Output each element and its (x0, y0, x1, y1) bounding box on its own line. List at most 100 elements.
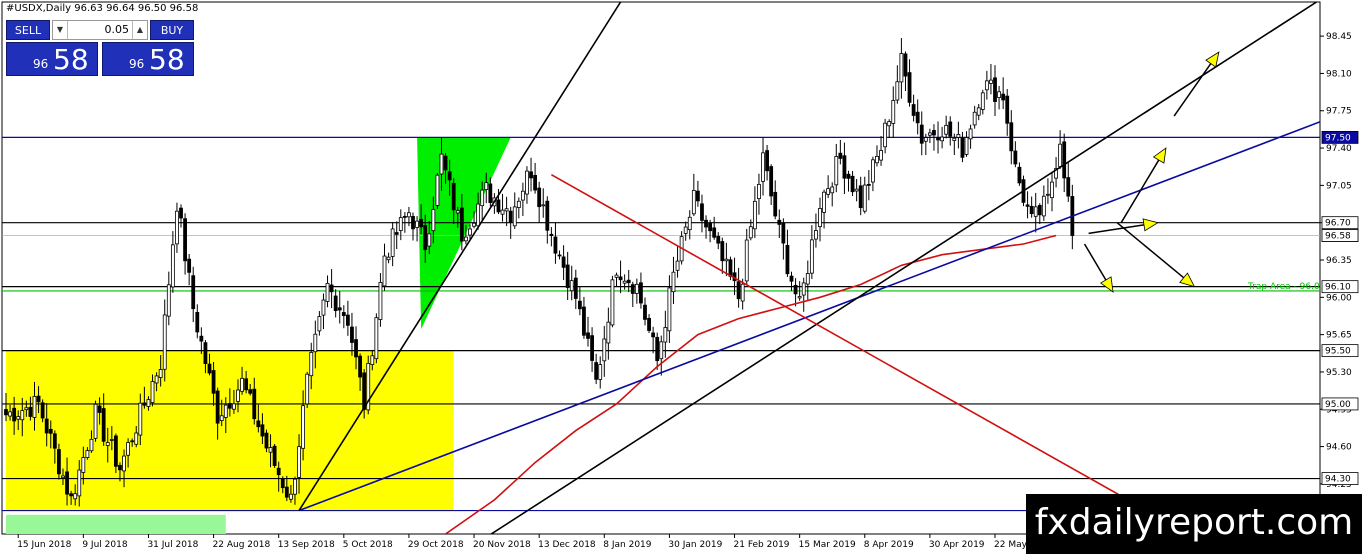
candle-body (915, 111, 920, 124)
candle-body (390, 228, 395, 257)
candle-body (61, 475, 65, 479)
candle-body (569, 280, 574, 292)
candle-body (374, 317, 379, 360)
candle-body (134, 432, 139, 445)
candle-body (122, 455, 126, 472)
last-price-label: 96.58 (1325, 231, 1351, 241)
candle-body (761, 152, 765, 182)
candle-body (138, 402, 143, 436)
candle-body (500, 209, 505, 215)
candle-body (683, 226, 688, 234)
candle-body (952, 137, 957, 141)
candle-body (435, 174, 440, 206)
candle-body (162, 314, 167, 370)
candle-body (36, 395, 41, 403)
candle-body (663, 327, 668, 343)
candle-body (814, 230, 818, 240)
x-tick-label: 5 Oct 2018 (343, 540, 393, 550)
candle-body (44, 418, 49, 434)
candle-body (948, 121, 953, 137)
candle-body (69, 493, 74, 497)
candle-body (911, 104, 916, 116)
candle-body (667, 287, 672, 332)
candle-body (691, 190, 696, 215)
candle-body (252, 388, 257, 420)
candle-body (142, 402, 147, 406)
lot-size-field[interactable]: ▼ 0.05 ▲ (52, 20, 148, 40)
yellow-range-box (6, 350, 454, 511)
candle-body (765, 150, 769, 172)
candle-body (227, 403, 232, 409)
lot-size-value[interactable]: 0.05 (105, 21, 130, 39)
candle-body (545, 200, 550, 231)
lot-decrease-arrow-icon[interactable]: ▼ (53, 21, 68, 39)
candle-body (700, 203, 704, 221)
candle-body (1058, 143, 1063, 167)
candle-body (822, 191, 826, 213)
candle-body (708, 222, 713, 232)
candle-body (260, 424, 265, 437)
candle-body (256, 420, 261, 428)
candle-body (651, 332, 656, 338)
candle-body (20, 410, 25, 421)
candle-body (97, 405, 102, 413)
candle-body (223, 404, 228, 418)
lot-increase-arrow-icon[interactable]: ▲ (132, 21, 147, 39)
candle-body (744, 239, 749, 282)
candle-body (423, 224, 428, 250)
candle-body (293, 478, 297, 495)
x-tick-label: 31 Jul 2018 (147, 540, 198, 550)
candle-body (675, 260, 680, 271)
candle-body (659, 341, 664, 360)
candle-body (643, 304, 647, 320)
candle-body (394, 232, 399, 235)
candle-body (333, 295, 338, 312)
candle-body (809, 239, 814, 274)
candle-body (577, 300, 582, 310)
candle-body (207, 363, 212, 374)
candle-body (313, 333, 318, 353)
candle-body (561, 256, 566, 268)
candle-body (968, 128, 973, 140)
candle-body (52, 433, 57, 449)
buy-quote[interactable]: 96 58 (102, 42, 194, 76)
price-chart[interactable]: Trap Area - 96.0698.4598.1097.7597.4097.… (0, 0, 1362, 554)
candle-body (297, 446, 301, 478)
candle-body (1041, 195, 1046, 217)
candle-body (712, 227, 717, 238)
candle-body (936, 137, 940, 141)
candle-body (565, 264, 570, 288)
candle-body (264, 432, 269, 449)
x-tick-label: 15 Mar 2019 (799, 540, 856, 550)
candle-body (927, 132, 932, 136)
x-tick-label: 30 Jan 2019 (668, 540, 722, 550)
candle-body (639, 282, 643, 304)
candle-body (419, 218, 424, 228)
candle-body (16, 416, 21, 420)
y-tick-label: 94.60 (1326, 443, 1352, 453)
candle-body (887, 121, 892, 127)
candle-body (1029, 205, 1034, 215)
candle-body (8, 411, 12, 417)
one-click-trading-panel: SELL ▼ 0.05 ▲ BUY 96 58 96 58 (6, 20, 194, 76)
candle-body (386, 256, 391, 261)
candle-body (854, 188, 859, 192)
sell-button[interactable]: SELL (6, 20, 50, 40)
candle-body (512, 206, 517, 227)
buy-quote-digits: 58 (149, 43, 185, 76)
candle-body (240, 377, 244, 392)
candle-body (573, 277, 578, 299)
candle-body (183, 218, 187, 262)
sell-quote[interactable]: 96 58 (6, 42, 98, 76)
candle-body (728, 259, 733, 277)
candle-body (769, 166, 774, 197)
candle-body (1005, 95, 1010, 124)
candle-body (797, 296, 802, 299)
y-axis: 98.45 98.10 97.75 97.40 97.05 96.70 96.35 96.00… (1320, 32, 1359, 527)
candle-body (118, 464, 122, 471)
candle-body (1009, 122, 1014, 152)
candle-body (1001, 93, 1006, 101)
candle-body (614, 274, 619, 278)
buy-button[interactable]: BUY (150, 20, 194, 40)
candle-body (85, 450, 90, 459)
